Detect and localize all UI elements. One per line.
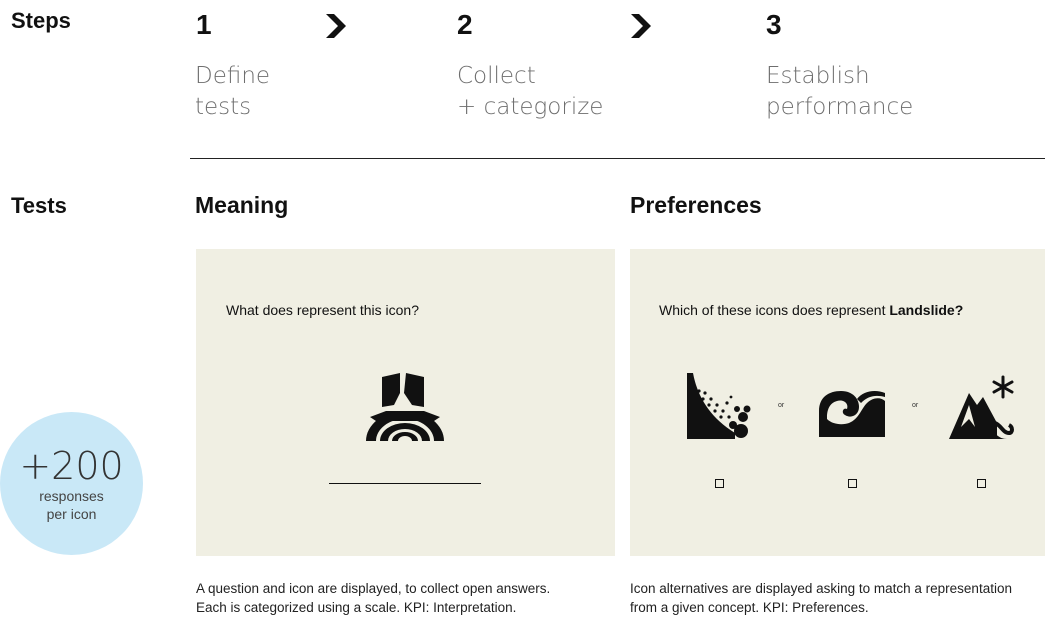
chevron-right-icon — [631, 14, 651, 38]
or-separator: or — [778, 402, 785, 409]
meaning-caption-line1: A question and icon are displayed, to co… — [196, 581, 551, 596]
stat-badge: +200 responses per icon — [0, 412, 143, 555]
meaning-title: Meaning — [195, 192, 289, 218]
step-2-number: 2 — [457, 9, 473, 40]
step-1-label: Define tests — [195, 61, 270, 123]
meaning-caption-line2: Each is categorized using a scale. KPI: … — [196, 600, 517, 615]
wave-icon — [819, 391, 885, 437]
preferences-caption-line2: from a given concept. KPI: Preferences. — [630, 600, 869, 615]
preferences-question-concept: Landslide? — [889, 302, 964, 318]
preferences-question-text: Which of these icons does represent — [659, 302, 890, 318]
step-1-line2: tests — [195, 94, 252, 120]
preferences-caption: Icon alternatives are displayed asking t… — [630, 579, 1012, 617]
stat-value: +200 — [19, 443, 124, 488]
meaning-question: What does represent this icon? — [226, 302, 419, 318]
step-2-line2: + categorize — [457, 94, 604, 120]
tests-label: Tests — [11, 193, 67, 218]
road-collapse-icon — [366, 373, 444, 441]
option-checkbox-3[interactable] — [977, 479, 986, 488]
preferences-question: Which of these icons does represent Land… — [659, 302, 963, 318]
section-divider — [190, 158, 1045, 159]
stat-line1: responses — [39, 487, 104, 504]
step-3-label: Establish performance — [766, 61, 913, 123]
option-checkbox-1[interactable] — [715, 479, 724, 488]
step-1-line1: Define — [195, 63, 271, 89]
stat-line2: per icon — [46, 505, 97, 522]
step-3-line1: Establish — [766, 63, 870, 89]
chevron-right-icon — [326, 14, 346, 38]
answer-line[interactable] — [329, 483, 481, 484]
step-3-number: 3 — [766, 9, 782, 40]
preferences-card: Which of these icons does represent Land… — [630, 249, 1045, 556]
landslide-slope-icon — [687, 373, 751, 439]
option-checkbox-2[interactable] — [848, 479, 857, 488]
preferences-caption-line1: Icon alternatives are displayed asking t… — [630, 581, 1012, 596]
step-3-line2: performance — [766, 94, 914, 120]
step-2-line1: Collect — [457, 63, 536, 89]
meaning-caption: A question and icon are displayed, to co… — [196, 579, 550, 617]
mountain-snow-icon — [949, 375, 1014, 439]
preferences-title: Preferences — [630, 192, 762, 218]
meaning-card: What does represent this icon? — [196, 249, 615, 556]
step-1-number: 1 — [196, 9, 212, 40]
steps-label: Steps — [11, 8, 71, 33]
or-separator: or — [912, 402, 919, 409]
step-2-label: Collect + categorize — [457, 61, 603, 123]
